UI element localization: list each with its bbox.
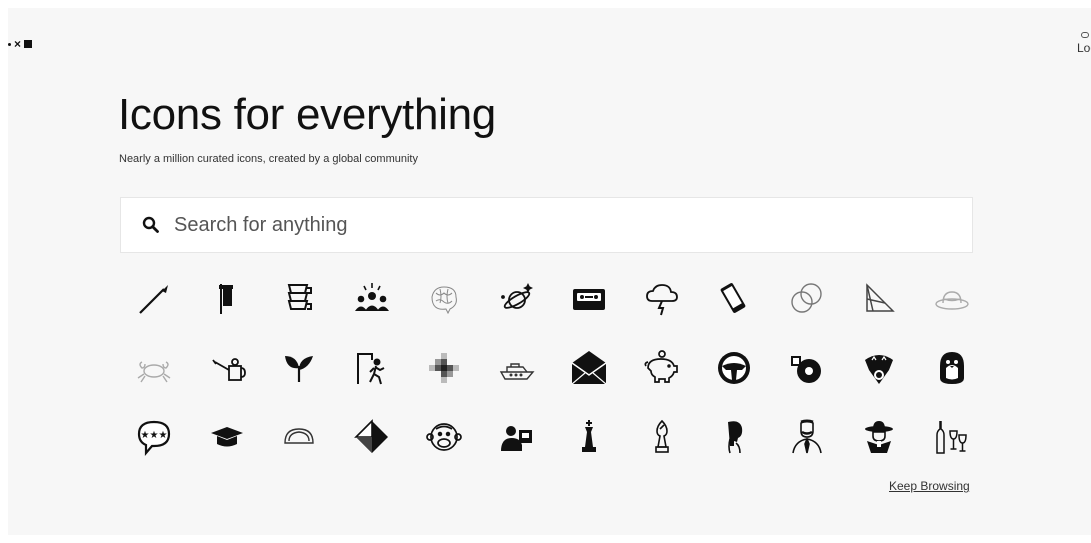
search-bar[interactable]: [120, 197, 973, 253]
search-icon: [142, 216, 159, 233]
sprout-icon[interactable]: [263, 333, 336, 402]
watering-can-icon[interactable]: [191, 333, 264, 402]
page-title: Icons for everything: [118, 90, 496, 139]
person-laptop-icon[interactable]: [481, 402, 554, 471]
login-button[interactable]: Log: [1077, 32, 1091, 55]
smartphone-icon[interactable]: [698, 264, 771, 333]
overlapping-circles-icon[interactable]: [771, 264, 844, 333]
brain-sketch-icon[interactable]: [408, 264, 481, 333]
logo-x: ×: [14, 37, 22, 51]
login-label: Log: [1076, 41, 1091, 55]
geometric-prism-icon[interactable]: [843, 264, 916, 333]
cowboy-icon[interactable]: [843, 402, 916, 471]
crab-icon[interactable]: [118, 333, 191, 402]
turbocharger-icon[interactable]: [771, 333, 844, 402]
chat-rating-icon[interactable]: ★★★: [118, 402, 191, 471]
spear-icon[interactable]: [118, 264, 191, 333]
banner-flag-icon[interactable]: [191, 264, 264, 333]
diamond-icon[interactable]: [336, 402, 409, 471]
chess-bishop-icon[interactable]: [626, 402, 699, 471]
piggy-bank-icon[interactable]: [626, 333, 699, 402]
steering-wheel-icon[interactable]: [698, 333, 771, 402]
envelope-icon[interactable]: [553, 333, 626, 402]
chess-king-icon[interactable]: [553, 402, 626, 471]
login-icon: [1080, 32, 1089, 38]
logo[interactable]: ×: [8, 37, 33, 51]
storm-cloud-icon[interactable]: [626, 264, 699, 333]
cassette-tape-icon[interactable]: [553, 264, 626, 333]
penguin-icon[interactable]: [916, 333, 989, 402]
exit-door-runner-icon[interactable]: [336, 333, 409, 402]
cruise-ship-icon[interactable]: [481, 333, 554, 402]
planet-orbit-icon[interactable]: [481, 264, 554, 333]
page: × Log Icons for everything Nearly a mill…: [8, 8, 1091, 535]
logo-dot: [8, 42, 11, 46]
graduation-cap-icon[interactable]: [191, 402, 264, 471]
icon-grid: ★★★: [118, 264, 988, 471]
monkey-face-icon[interactable]: [408, 402, 481, 471]
mustache-man-icon[interactable]: [771, 402, 844, 471]
taco-icon[interactable]: [263, 402, 336, 471]
keep-browsing-link[interactable]: Keep Browsing: [889, 479, 970, 493]
wine-glasses-icon[interactable]: [916, 402, 989, 471]
svg-text:★★★: ★★★: [141, 430, 168, 441]
flower-bouquet-icon[interactable]: [843, 333, 916, 402]
search-input[interactable]: [174, 213, 874, 237]
audience-icon[interactable]: [336, 264, 409, 333]
stacked-cups-icon[interactable]: [263, 264, 336, 333]
pixel-cross-icon[interactable]: [408, 333, 481, 402]
profile-head-icon[interactable]: [698, 402, 771, 471]
page-subtitle: Nearly a million curated icons, created …: [119, 153, 418, 165]
logo-square: [24, 40, 33, 48]
sun-hat-icon[interactable]: [916, 264, 989, 333]
